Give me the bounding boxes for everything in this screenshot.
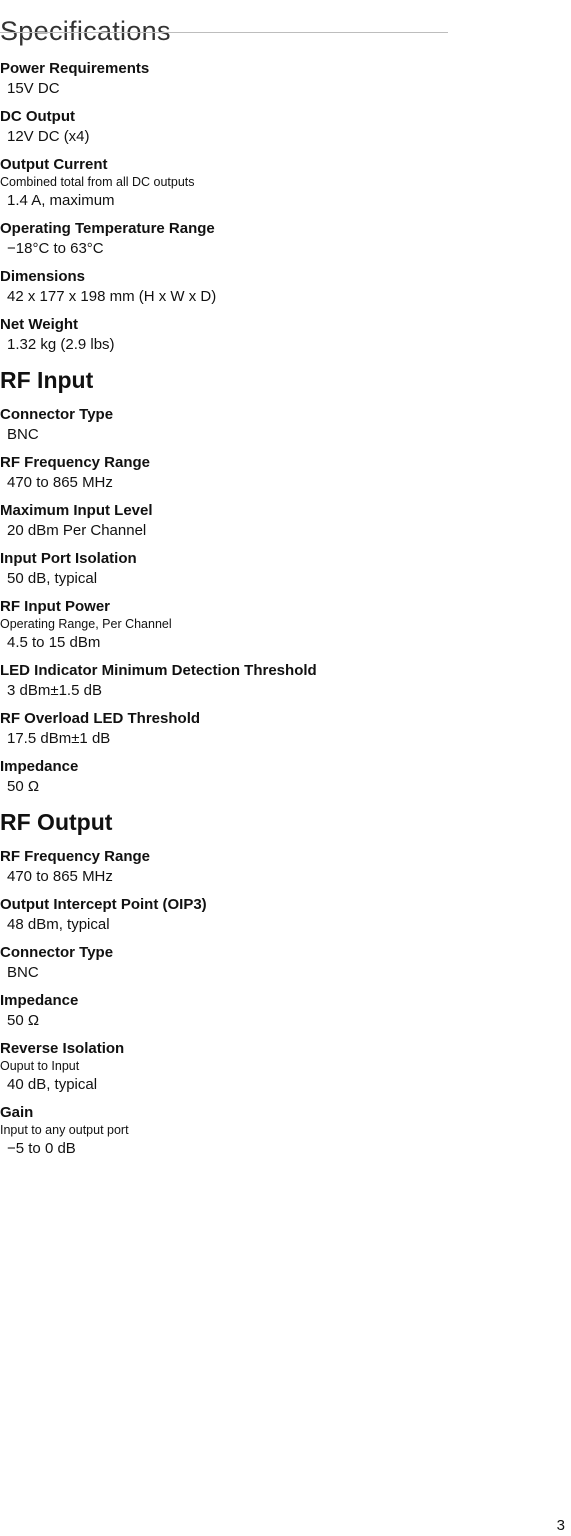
spec-note: Combined total from all DC outputs — [0, 175, 195, 189]
spec-label: Net Weight — [0, 316, 79, 333]
spec-label: Power Requirements — [0, 60, 150, 77]
spec-label: Impedance — [0, 992, 79, 1009]
spec-item: Output Intercept Point (OIP3) 48 dBm, typ… — [0, 896, 448, 934]
spec-item: Power Requirements 15V DC — [0, 60, 448, 98]
spec-value: 48 dBm, typical — [7, 916, 110, 933]
spec-label: Maximum Input Level — [0, 502, 153, 519]
specifications-content: Power Requirements 15V DC DC Output 12V DC … — [0, 60, 448, 1168]
spec-value: BNC — [7, 426, 39, 443]
spec-label: RF Frequency Range — [0, 454, 151, 471]
spec-label: Operating Temperature Range — [0, 220, 215, 237]
spec-label: Dimensions — [0, 268, 86, 285]
spec-value: 50 Ω — [7, 1012, 40, 1029]
spec-item: Gain Input to any output port −5 to 0 dB — [0, 1104, 448, 1158]
spec-value: 470 to 865 MHz — [7, 868, 113, 885]
spec-value: 3 dBm±1.5 dB — [7, 682, 102, 699]
spec-value: 12V DC (x4) — [7, 128, 90, 145]
spec-item: Connector Type BNC — [0, 944, 448, 982]
spec-value: 17.5 dBm±1 dB — [7, 730, 111, 747]
spec-item: RF Overload LED Threshold 17.5 dBm±1 dB — [0, 710, 448, 748]
spec-value: BNC — [7, 964, 39, 981]
spec-label: Output Intercept Point (OIP3) — [0, 896, 207, 913]
spec-item: LED Indicator Minimum Detection Threshol… — [0, 662, 448, 700]
spec-item: Output Current Combined total from all DC… — [0, 156, 448, 210]
spec-item: Reverse Isolation Ouput to Input 40 dB, ty… — [0, 1040, 448, 1094]
spec-note: Operating Range, Per Channel — [0, 617, 172, 631]
spec-label: Output Current — [0, 156, 108, 173]
spec-value: 42 x 177 x 198 mm (H x W x D) — [7, 288, 217, 305]
spec-item: Maximum Input Level 20 dBm Per Channel — [0, 502, 448, 540]
spec-value: 40 dB, typical — [7, 1076, 98, 1093]
spec-value: 1.4 A, maximum — [7, 192, 115, 209]
spec-label: RF Overload LED Threshold — [0, 710, 201, 727]
spec-value: 15V DC — [7, 80, 60, 97]
spec-item: Connector Type BNC — [0, 406, 448, 444]
spec-item: RF Frequency Range 470 to 865 MHz — [0, 848, 448, 886]
spec-value: 50 dB, typical — [7, 570, 98, 587]
spec-item: Dimensions 42 x 177 x 198 mm (H x W x D) — [0, 268, 448, 306]
rf-input-specs: Connector Type BNC RF Frequency Range 470 t… — [0, 406, 448, 796]
spec-value: 1.32 kg (2.9 lbs) — [7, 336, 115, 353]
spec-item: RF Input Power Operating Range, Per Chann… — [0, 598, 448, 652]
rf-output-heading: RF Output — [0, 809, 113, 835]
spec-item: RF Frequency Range 470 to 865 MHz — [0, 454, 448, 492]
spec-item: Impedance 50 Ω — [0, 992, 448, 1030]
spec-label: Input Port Isolation — [0, 550, 137, 567]
spec-value: 50 Ω — [7, 778, 40, 795]
spec-label: Connector Type — [0, 406, 114, 423]
spec-label: Gain — [0, 1104, 34, 1121]
general-specs: Power Requirements 15V DC DC Output 12V DC … — [0, 60, 448, 354]
spec-label: Reverse Isolation — [0, 1040, 125, 1057]
spec-note: Ouput to Input — [0, 1059, 80, 1073]
rf-input-heading: RF Input — [0, 367, 94, 393]
page-number: 3 — [556, 1517, 565, 1534]
spec-item: Net Weight 1.32 kg (2.9 lbs) — [0, 316, 448, 354]
spec-label: LED Indicator Minimum Detection Threshol… — [0, 662, 317, 679]
spec-item: DC Output 12V DC (x4) — [0, 108, 448, 146]
spec-value: 20 dBm Per Channel — [7, 522, 147, 539]
spec-value: −5 to 0 dB — [7, 1140, 76, 1157]
spec-value: 470 to 865 MHz — [7, 474, 113, 491]
spec-label: Impedance — [0, 758, 79, 775]
spec-note: Input to any output port — [0, 1123, 129, 1137]
spec-label: RF Input Power — [0, 598, 110, 615]
spec-label: Connector Type — [0, 944, 114, 961]
rf-output-specs: RF Frequency Range 470 to 865 MHz Output I… — [0, 848, 448, 1158]
spec-value: −18°C to 63°C — [7, 240, 104, 257]
spec-item: Impedance 50 Ω — [0, 758, 448, 796]
spec-label: DC Output — [0, 108, 75, 125]
spec-item: Operating Temperature Range −18°C to 63°C — [0, 220, 448, 258]
spec-item: Input Port Isolation 50 dB, typical — [0, 550, 448, 588]
spec-label: RF Frequency Range — [0, 848, 151, 865]
title-divider — [0, 32, 448, 33]
spec-value: 4.5 to 15 dBm — [7, 634, 101, 651]
